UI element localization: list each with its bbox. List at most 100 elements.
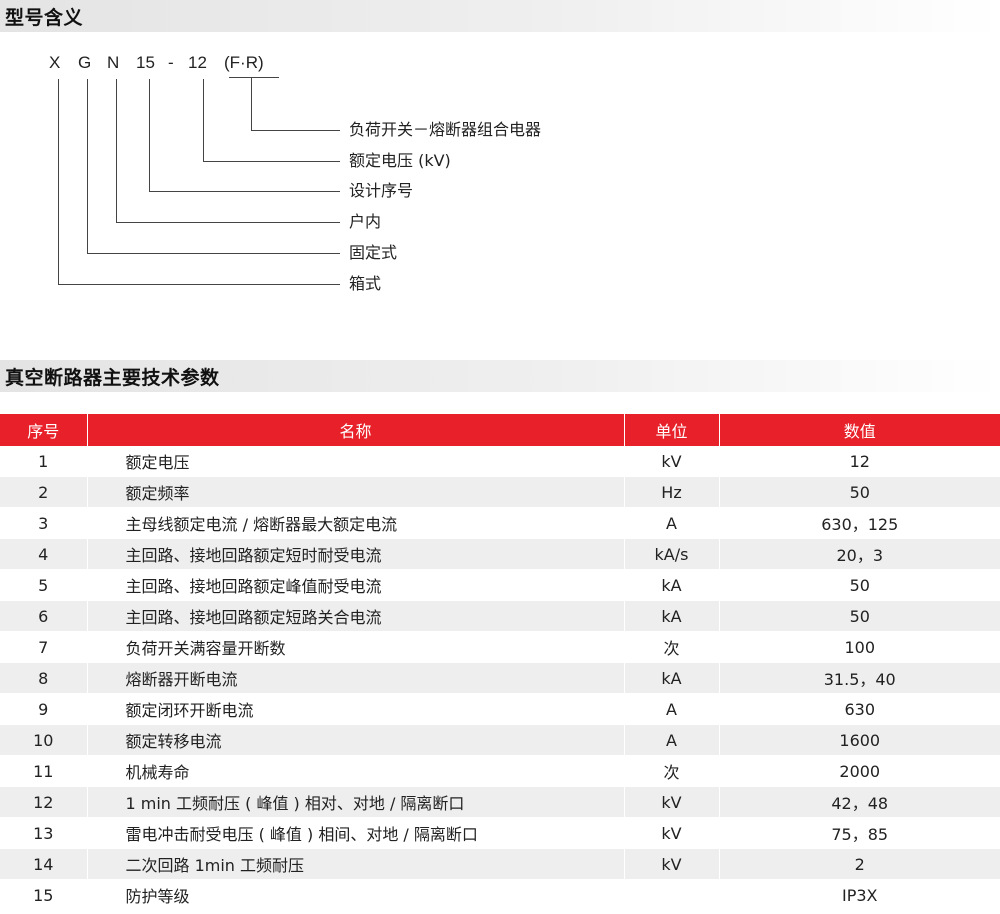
cell-index: 14 xyxy=(0,848,88,880)
leader-vertical-g xyxy=(87,79,88,253)
cell-index: 11 xyxy=(0,755,88,787)
cell-unit: kA xyxy=(624,600,720,632)
table-row: 12 1 min 工频耐压 ( 峰值 ) 相对、对地 / 隔离断口 kV 42，… xyxy=(0,786,1000,818)
leader-horizontal-x xyxy=(58,284,340,285)
cell-index: 12 xyxy=(0,786,88,818)
cell-value: IP3X xyxy=(719,879,1000,911)
cell-name: 雷电冲击耐受电压 ( 峰值 ) 相间、对地 / 隔离断口 xyxy=(87,817,625,849)
cell-unit: 次 xyxy=(624,755,720,787)
cell-index: 6 xyxy=(0,600,88,632)
cell-value: 2 xyxy=(719,848,1000,880)
cell-name: 主回路、接地回路额定短时耐受电流 xyxy=(87,538,625,570)
cell-value: 50 xyxy=(719,569,1000,601)
table-row: 14 二次回路 1min 工频耐压 kV 2 xyxy=(0,848,1000,880)
header-unit: 单位 xyxy=(624,414,720,446)
meaning-12: 额定电压 (kV) xyxy=(349,151,451,170)
meaning-15: 设计序号 xyxy=(349,181,414,200)
cell-unit: kV xyxy=(624,848,720,880)
table-row: 10 额定转移电流 A 1600 xyxy=(0,724,1000,756)
meaning-x: 箱式 xyxy=(349,274,382,293)
code-char-12: 12 xyxy=(188,53,207,72)
cell-name: 负荷开关满容量开断数 xyxy=(87,631,625,663)
leader-vertical-x xyxy=(58,79,59,284)
cell-value: 50 xyxy=(719,476,1000,508)
header-name: 名称 xyxy=(87,414,625,446)
cell-unit: kA xyxy=(624,569,720,601)
cell-index: 10 xyxy=(0,724,88,756)
cell-name: 主回路、接地回路额定峰值耐受电流 xyxy=(87,569,625,601)
leader-vertical-12 xyxy=(203,79,204,161)
table-row: 11 机械寿命 次 2000 xyxy=(0,755,1000,787)
cell-index: 3 xyxy=(0,507,88,539)
cell-unit: kV xyxy=(624,786,720,818)
table-row: 7 负荷开关满容量开断数 次 100 xyxy=(0,631,1000,663)
cell-name: 额定闭环开断电流 xyxy=(87,693,625,725)
cell-index: 15 xyxy=(0,879,88,911)
leader-horizontal-15 xyxy=(149,191,340,192)
meaning-fr: 负荷开关－熔断器组合电器 xyxy=(349,120,542,139)
code-char-dash: - xyxy=(168,53,174,72)
table-row: 15 防护等级 IP3X xyxy=(0,879,1000,911)
table-row: 3 主母线额定电流 / 熔断器最大额定电流 A 630，125 xyxy=(0,507,1000,539)
cell-index: 9 xyxy=(0,693,88,725)
code-char-n: N xyxy=(107,53,120,72)
cell-unit: 次 xyxy=(624,631,720,663)
leader-horizontal-12 xyxy=(203,161,340,162)
table-header-row: 序号 名称 单位 数值 xyxy=(0,414,1000,446)
cell-unit: A xyxy=(624,507,720,539)
leader-horizontal-g xyxy=(87,253,340,254)
leader-horizontal-n xyxy=(116,222,340,223)
leader-vertical-n xyxy=(116,79,117,222)
leader-vertical-fr xyxy=(251,78,252,130)
code-char-x: X xyxy=(49,53,61,72)
cell-value: 31.5，40 xyxy=(719,662,1000,694)
cell-value: 50 xyxy=(719,600,1000,632)
cell-value: 20，3 xyxy=(719,538,1000,570)
meaning-g: 固定式 xyxy=(349,243,398,262)
code-underline xyxy=(229,77,279,78)
cell-unit: kV xyxy=(624,817,720,849)
cell-value: 75，85 xyxy=(719,817,1000,849)
cell-unit: kV xyxy=(624,446,720,477)
cell-index: 13 xyxy=(0,817,88,849)
cell-unit xyxy=(624,879,720,911)
cell-name: 防护等级 xyxy=(87,879,625,911)
cell-name: 额定转移电流 xyxy=(87,724,625,756)
table-row: 9 额定闭环开断电流 A 630 xyxy=(0,693,1000,725)
cell-name: 二次回路 1min 工频耐压 xyxy=(87,848,625,880)
cell-name: 机械寿命 xyxy=(87,755,625,787)
cell-value: 42，48 xyxy=(719,786,1000,818)
cell-index: 8 xyxy=(0,662,88,694)
cell-name: 熔断器开断电流 xyxy=(87,662,625,694)
section-title: 真空断路器主要技术参数 xyxy=(5,367,220,389)
section-title: 型号含义 xyxy=(5,7,84,29)
header-index: 序号 xyxy=(0,414,88,446)
cell-name: 1 min 工频耐压 ( 峰值 ) 相对、对地 / 隔离断口 xyxy=(87,786,625,818)
cell-unit: A xyxy=(624,724,720,756)
cell-index: 1 xyxy=(0,446,88,477)
cell-value: 630，125 xyxy=(719,507,1000,539)
cell-name: 主回路、接地回路额定短路关合电流 xyxy=(87,600,625,632)
cell-unit: kA/s xyxy=(624,538,720,570)
cell-name: 额定频率 xyxy=(87,476,625,508)
table-row: 4 主回路、接地回路额定短时耐受电流 kA/s 20，3 xyxy=(0,538,1000,570)
cell-value: 630 xyxy=(719,693,1000,725)
header-value: 数值 xyxy=(719,414,1000,446)
meaning-n: 户内 xyxy=(349,212,382,231)
table-row: 8 熔断器开断电流 kA 31.5，40 xyxy=(0,662,1000,694)
section-header-tech-params: 真空断路器主要技术参数 xyxy=(0,360,1000,392)
cell-name: 额定电压 xyxy=(87,446,625,477)
table-row: 5 主回路、接地回路额定峰值耐受电流 kA 50 xyxy=(0,569,1000,601)
leader-vertical-15 xyxy=(149,79,150,191)
cell-value: 12 xyxy=(719,446,1000,477)
leader-horizontal-fr xyxy=(251,130,340,131)
cell-unit: Hz xyxy=(624,476,720,508)
table-row: 2 额定频率 Hz 50 xyxy=(0,476,1000,508)
table-row: 13 雷电冲击耐受电压 ( 峰值 ) 相间、对地 / 隔离断口 kV 75，85 xyxy=(0,817,1000,849)
tech-params-table: 序号 名称 单位 数值 1 额定电压 kV 12 2 额定频率 Hz 50 3 … xyxy=(0,414,1000,911)
code-char-g: G xyxy=(78,53,92,72)
code-char-fr: (F·R) xyxy=(224,53,264,72)
cell-index: 7 xyxy=(0,631,88,663)
cell-value: 1600 xyxy=(719,724,1000,756)
cell-unit: A xyxy=(624,693,720,725)
